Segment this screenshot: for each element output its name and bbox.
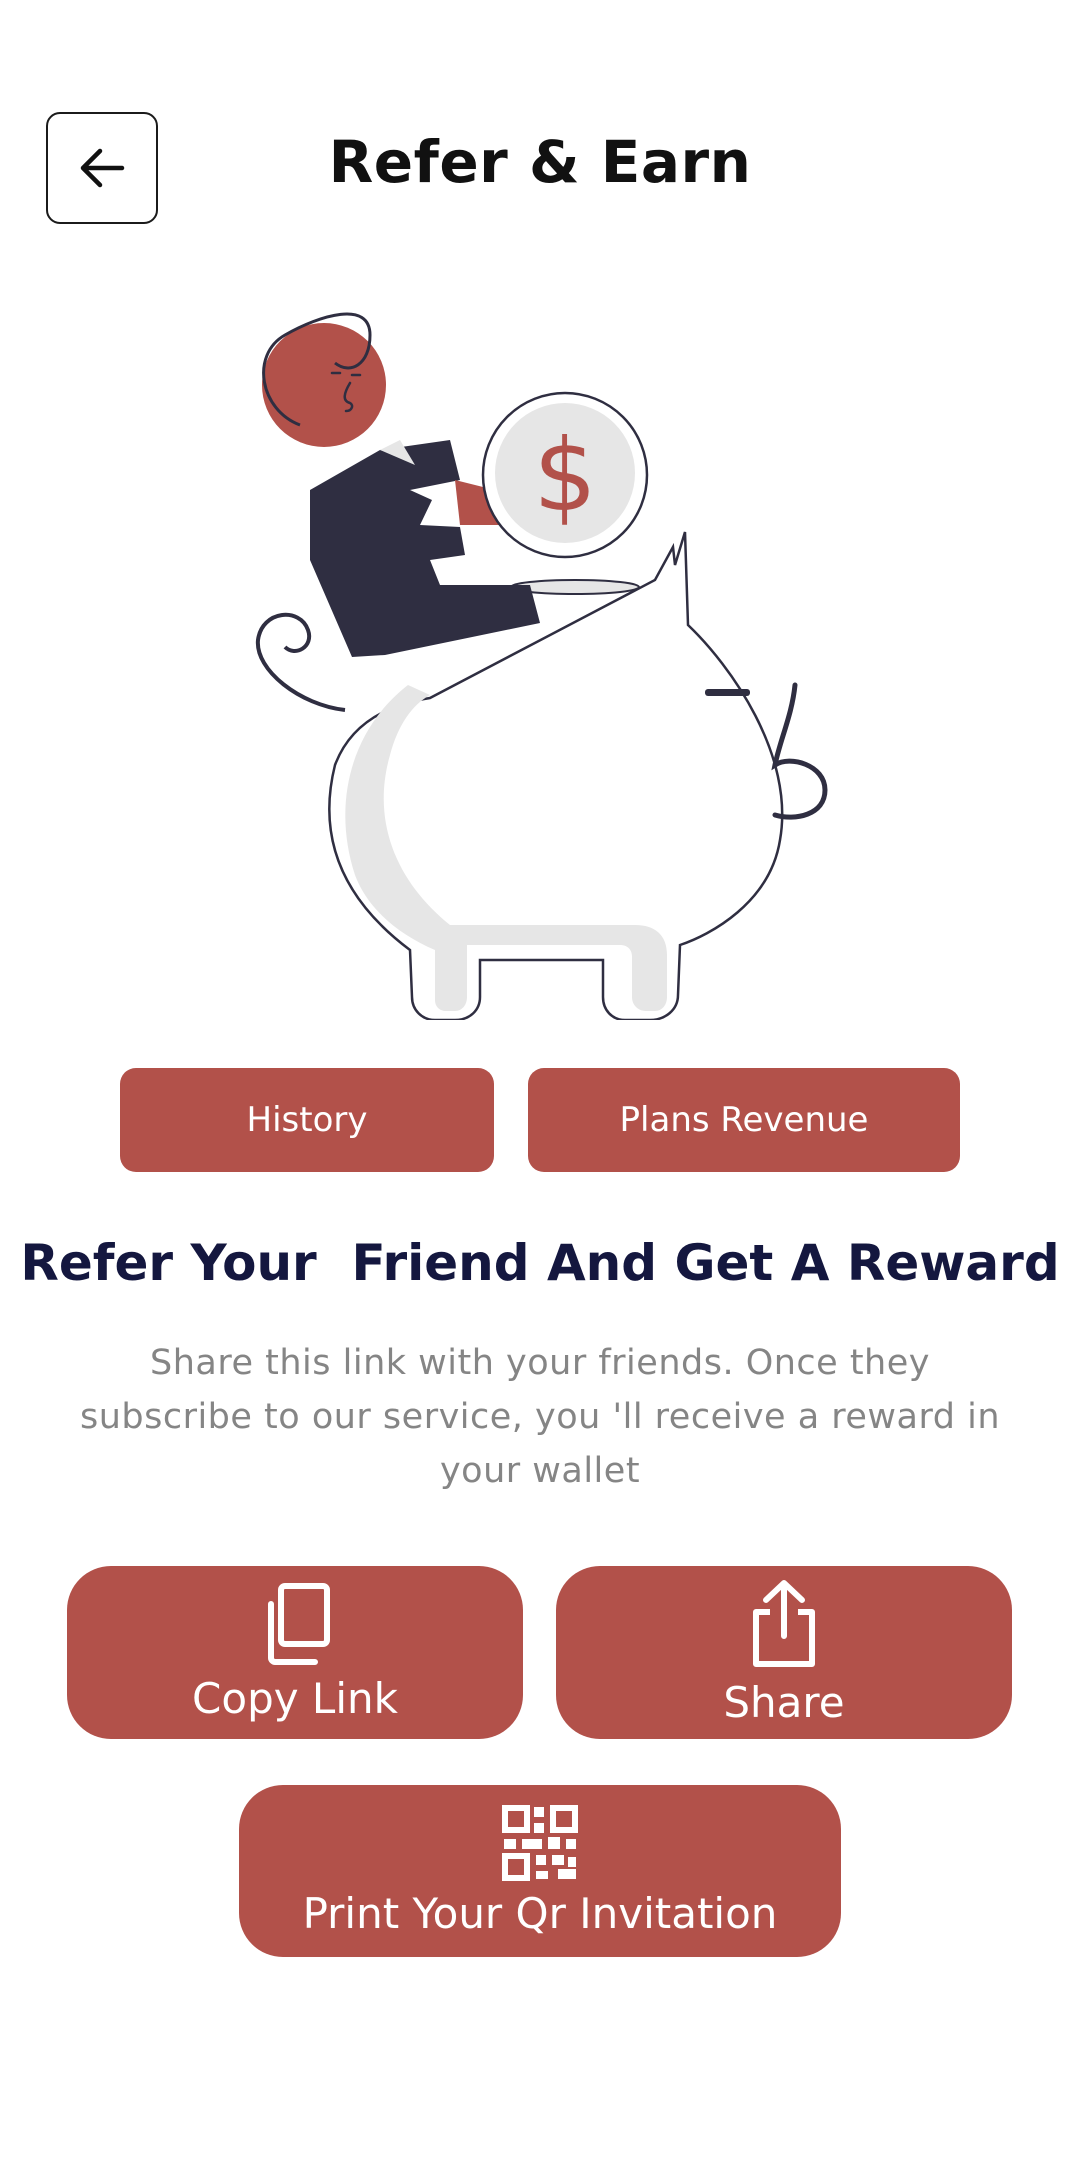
copy-icon <box>268 1583 330 1665</box>
page-title: Refer & Earn <box>328 128 752 196</box>
copy-link-button[interactable]: Copy Link <box>67 1566 523 1739</box>
share-icon <box>753 1580 815 1667</box>
piggy-bank-illustration: $ <box>255 312 828 1020</box>
headline: Refer Your Friend And Get A Reward <box>20 1234 1060 1292</box>
description: Share this link with your friends. Once … <box>79 1343 1001 1491</box>
print-qr-invitation-button[interactable]: Print Your Qr Invitation <box>239 1785 841 1957</box>
share-button[interactable]: Share <box>556 1566 1012 1739</box>
tab-row: History Plans Revenue <box>0 1068 1080 1172</box>
coin-symbol: $ <box>533 417 597 534</box>
history-button[interactable]: History <box>120 1068 494 1172</box>
copy-link-label: Copy Link <box>192 1674 398 1723</box>
print-qr-label: Print Your Qr Invitation <box>302 1888 778 1938</box>
qr-code-icon <box>502 1804 578 1881</box>
share-label: Share <box>723 1678 845 1727</box>
plans-revenue-button[interactable]: Plans Revenue <box>528 1068 960 1172</box>
